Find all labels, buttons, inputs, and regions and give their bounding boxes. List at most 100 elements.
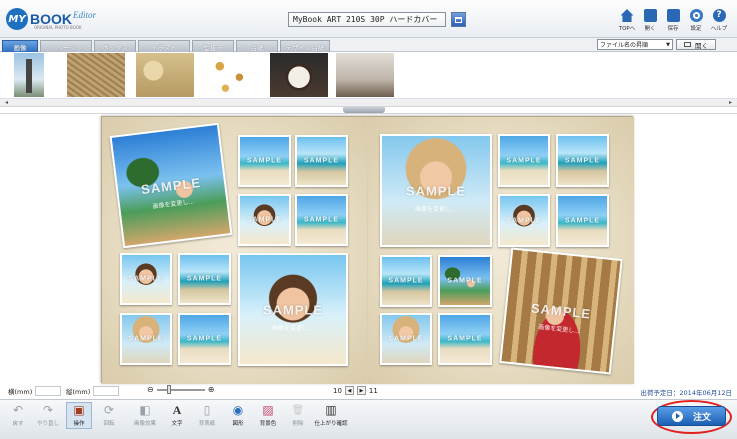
redo-button[interactable]: ↷ やり直し — [35, 403, 61, 427]
top-nav-settings-label: 設定 — [690, 26, 702, 32]
photo-image: SAMPLE 画像を変更し... — [240, 255, 346, 364]
photo-frame-small[interactable]: SAMPLE — [556, 194, 609, 247]
zoom-slider[interactable] — [156, 384, 205, 394]
top-nav-open[interactable]: 開く — [640, 9, 660, 32]
photo-frame-small[interactable]: SAMPLE — [498, 134, 550, 187]
photo-frame-small[interactable]: SAMPLE — [380, 313, 432, 365]
photo-image: SAMPLE — [440, 257, 490, 305]
background-color-button[interactable]: ▨ 背景色 — [255, 403, 281, 427]
photo-frame-small[interactable]: SAMPLE — [178, 253, 231, 305]
book-list-button[interactable] — [451, 12, 466, 27]
previous-page-button[interactable]: ◀ — [344, 386, 354, 395]
photo-image: SAMPLE — [297, 137, 346, 185]
zoom-slider-knob[interactable] — [166, 384, 171, 394]
thumbnail-shelf[interactable] — [336, 53, 394, 97]
next-page-button[interactable]: ▶ — [356, 386, 366, 395]
photo-image: SAMPLE — [500, 196, 548, 245]
photo-frame-small[interactable]: SAMPLE — [178, 313, 231, 365]
background-color-label: 背景色 — [259, 421, 277, 427]
thumbnail-food-plate[interactable] — [270, 53, 328, 97]
gear-icon — [689, 9, 703, 22]
photo-frame-small[interactable]: SAMPLE — [295, 135, 348, 187]
undo-button[interactable]: ↶ 戻す — [5, 403, 31, 427]
shape-button[interactable]: ◉ 図形 — [225, 403, 251, 427]
photo-book-spread: SAMPLE 画像を変更し... SAMPLE SAMPLE SAMPLE SA… — [101, 116, 634, 384]
tab-images[interactable]: 画像 — [2, 40, 38, 52]
sample-watermark: SAMPLE — [128, 275, 164, 283]
scroll-right-icon[interactable]: ▸ — [726, 99, 735, 107]
height-input[interactable] — [93, 386, 120, 396]
photo-frame-palm-tree[interactable]: SAMPLE 画像を変更し... — [109, 122, 233, 249]
shape-icon: ◉ — [232, 403, 244, 417]
photo-frame-large[interactable]: SAMPLE 画像を変更し... — [238, 253, 348, 366]
delete-icon: 🗑 — [291, 404, 305, 416]
order-button[interactable]: 注文 — [657, 406, 726, 426]
left-page[interactable]: SAMPLE 画像を変更し... SAMPLE SAMPLE SAMPLE SA… — [102, 117, 367, 384]
thumbnail-beach-sand[interactable] — [136, 53, 194, 97]
photo-frame-small[interactable]: SAMPLE — [438, 255, 492, 307]
clock-tower-shape — [26, 59, 32, 93]
photo-frame-small[interactable]: SAMPLE — [295, 194, 348, 246]
operate-button[interactable]: ▣ 操作 — [66, 402, 92, 429]
rotate-label: 回転 — [103, 421, 115, 427]
preview-button[interactable]: ▥ 仕上がり確認 — [315, 403, 348, 427]
bottom-toolbar: ↶ 戻す ↷ やり直し ▣ 操作 ⟳ 回転 ◧ 画像効果 A 文字 ▯ 背表紙 … — [0, 399, 737, 439]
sample-watermark: SAMPLE — [186, 275, 223, 283]
tab-mounts[interactable]: 台紙 — [236, 40, 278, 52]
thumbnail-charms[interactable] — [203, 53, 259, 97]
photo-caption: 画像を変更し... — [152, 197, 195, 210]
photo-frame-small[interactable]: SAMPLE — [120, 313, 172, 365]
scroll-left-icon[interactable]: ◂ — [2, 99, 11, 107]
zoom-in-icon[interactable]: ⊕ — [208, 385, 215, 394]
photo-frame-small[interactable]: SAMPLE — [438, 313, 492, 365]
sample-watermark: SAMPLE — [506, 157, 542, 164]
book-title-field[interactable]: MyBook ART 210S 30P ハードカバー — [288, 12, 446, 27]
sample-watermark: SAMPLE — [303, 157, 340, 165]
top-nav-help-label: ヘルプ — [710, 26, 728, 32]
photo-frame-bamboo[interactable]: SAMPLE 画像を変更し... — [499, 247, 623, 375]
tab-boxes[interactable]: ボックス — [94, 40, 136, 52]
photo-frame-small[interactable]: SAMPLE — [238, 194, 291, 246]
zoom-out-icon[interactable]: ⊖ — [147, 385, 154, 394]
folder-open-icon — [684, 42, 691, 47]
tab-illustrations[interactable]: イラスト — [138, 40, 190, 52]
top-nav-settings[interactable]: 設定 — [686, 9, 706, 32]
sample-watermark: SAMPLE — [140, 174, 202, 197]
width-label: 横(mm) — [8, 388, 33, 396]
photo-frame-straw-hat[interactable]: SAMPLE 画像を変更し... — [380, 134, 492, 247]
order-label: 注文 — [692, 412, 711, 423]
save-icon — [666, 9, 680, 22]
zoom-control: ⊖ ⊕ — [147, 384, 215, 394]
thumbnail-clock-tower[interactable] — [14, 53, 44, 97]
redo-icon: ↷ — [42, 403, 54, 417]
tab-pages[interactable]: ページ — [40, 40, 92, 52]
sample-watermark: SAMPLE — [246, 216, 283, 224]
rotate-button[interactable]: ⟳ 回転 — [96, 403, 122, 427]
top-nav-home[interactable]: TOPへ — [617, 9, 637, 32]
top-nav-help[interactable]: ? ヘルプ — [709, 9, 729, 32]
photo-image: SAMPLE — [558, 196, 607, 245]
preview-icon: ▥ — [325, 403, 337, 417]
height-label: 縦(mm) — [66, 388, 91, 396]
sort-order-select[interactable]: ファイル名の昇順 ▼ — [597, 39, 673, 50]
image-effect-button[interactable]: ◧ 画像効果 — [132, 403, 158, 427]
photo-frame-small[interactable]: SAMPLE — [238, 135, 291, 187]
photo-frame-small[interactable]: SAMPLE — [120, 253, 172, 305]
tab-design-mounts[interactable]: デザイン台紙 — [280, 40, 330, 52]
text-button[interactable]: A 文字 — [164, 403, 190, 428]
open-images-button[interactable]: 開く — [676, 39, 716, 50]
width-input[interactable] — [35, 386, 62, 396]
top-nav-save[interactable]: 保存 — [663, 9, 683, 32]
tab-cutouts[interactable]: 型抜き — [192, 40, 234, 52]
right-page[interactable]: SAMPLE 画像を変更し... SAMPLE SAMPLE SAMPLE SA… — [368, 117, 634, 384]
photo-frame-small[interactable]: SAMPLE — [556, 134, 609, 187]
thumbnail-scrollbar[interactable]: ◂ ▸ — [0, 98, 737, 107]
photo-frame-small[interactable]: SAMPLE — [380, 255, 432, 307]
photo-frame-small[interactable]: SAMPLE — [498, 194, 550, 247]
sample-watermark: SAMPLE — [564, 157, 601, 164]
top-bar: MY BOOK Editor ORIGINAL PHOTO BOOK MyBoo… — [0, 0, 737, 38]
thumbnail-sand[interactable] — [67, 53, 125, 97]
delete-button[interactable]: 🗑 削除 — [285, 403, 311, 428]
sort-order-value: ファイル名の昇順 — [600, 42, 649, 49]
background-frame-button[interactable]: ▯ 背表紙 — [194, 403, 220, 427]
